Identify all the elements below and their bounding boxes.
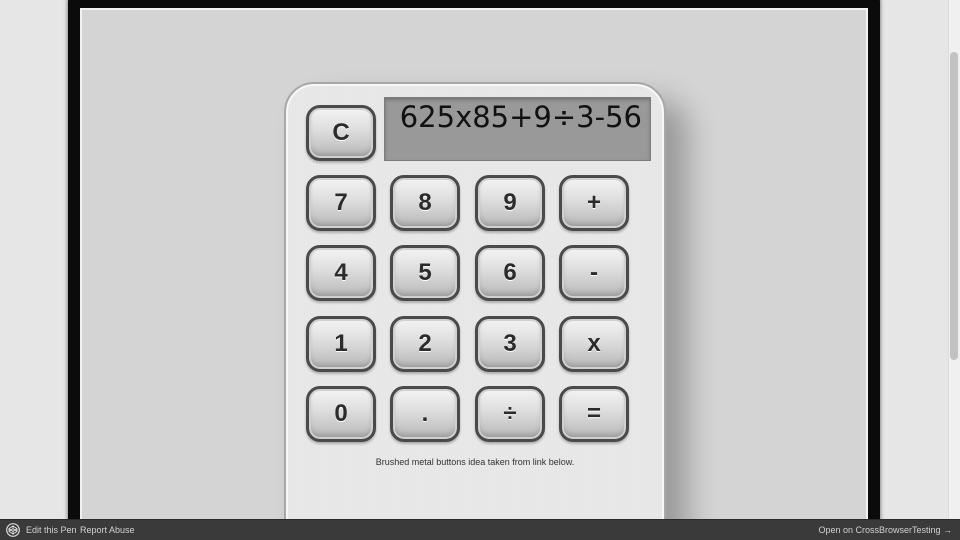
key-9-button[interactable]: 9	[475, 175, 545, 231]
credit-text: Brushed metal buttons idea taken from li…	[375, 457, 575, 467]
display-value: 625x85+9÷3-56	[399, 100, 642, 134]
key-1-button[interactable]: 1	[306, 316, 376, 372]
open-crossbrowsertesting-link[interactable]: Open on CrossBrowserTesting →	[818, 525, 952, 535]
scrollbar-thumb[interactable]	[950, 52, 958, 360]
key-7-button[interactable]: 7	[306, 175, 376, 231]
divide-button[interactable]: ÷	[475, 386, 545, 442]
equals-button[interactable]: =	[559, 386, 629, 442]
key-3-button[interactable]: 3	[475, 316, 545, 372]
key-6-button[interactable]: 6	[475, 245, 545, 301]
key-2-button[interactable]: 2	[390, 316, 460, 372]
calculator-display: 625x85+9÷3-56	[384, 97, 651, 161]
footer-bar: Edit this Pen Report Abuse Open on Cross…	[0, 519, 960, 540]
clear-button[interactable]: C	[306, 105, 376, 161]
report-abuse-link[interactable]: Report Abuse	[80, 525, 135, 535]
multiply-button[interactable]: x	[559, 316, 629, 372]
key-8-button[interactable]: 8	[390, 175, 460, 231]
scrollbar[interactable]	[948, 0, 960, 519]
edit-pen-link[interactable]: Edit this Pen	[26, 525, 77, 535]
plus-button[interactable]: +	[559, 175, 629, 231]
key-5-button[interactable]: 5	[390, 245, 460, 301]
key-0-button[interactable]: 0	[306, 386, 376, 442]
minus-button[interactable]: -	[559, 245, 629, 301]
decimal-button[interactable]: .	[390, 386, 460, 442]
page: 625x85+9÷3-56 C 7 8 9 + 4 5 6 - 1 2 3 x …	[0, 0, 960, 540]
codepen-icon[interactable]	[6, 523, 20, 537]
key-4-button[interactable]: 4	[306, 245, 376, 301]
